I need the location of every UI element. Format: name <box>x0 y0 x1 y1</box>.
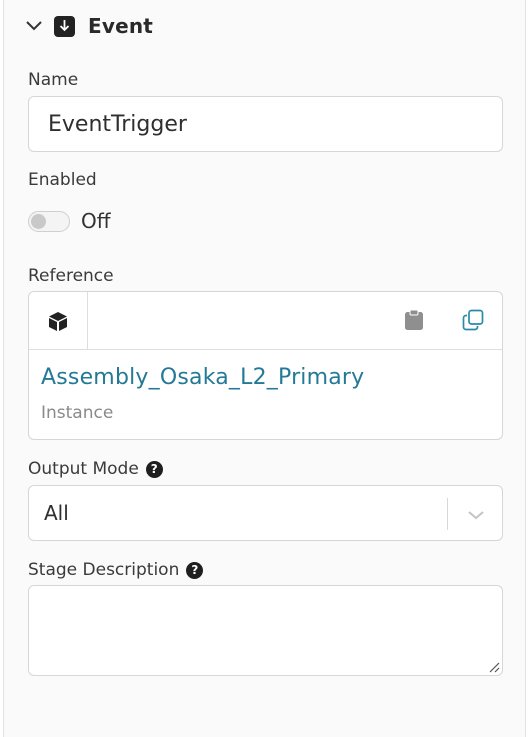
resize-handle-icon[interactable] <box>488 661 500 673</box>
reference-toolbar <box>29 292 502 350</box>
stage-description-label-text: Stage Description <box>28 560 180 580</box>
reference-field: Assembly_Osaka_L2_Primary Instance <box>28 291 503 440</box>
enabled-toggle[interactable] <box>28 211 70 232</box>
stage-description-textarea[interactable] <box>28 585 503 676</box>
chevron-down-icon[interactable] <box>24 16 44 36</box>
reference-object-type: Instance <box>41 403 114 423</box>
arrow-down-square-icon <box>54 15 75 37</box>
event-properties-panel: Event Name EventTrigger Enabled Off Refe… <box>3 0 526 737</box>
enabled-state-text: Off <box>81 209 111 233</box>
output-mode-select[interactable]: All <box>28 485 503 541</box>
help-icon[interactable]: ? <box>186 561 204 579</box>
clipboard-icon[interactable] <box>401 307 427 333</box>
name-input[interactable]: EventTrigger <box>28 96 503 152</box>
name-value: EventTrigger <box>48 111 187 137</box>
section-header[interactable]: Event <box>24 12 153 40</box>
reference-label: Reference <box>28 266 114 286</box>
stage-description-label: Stage Description ? <box>28 560 204 580</box>
output-mode-value: All <box>44 501 69 525</box>
help-icon[interactable]: ? <box>145 460 163 478</box>
copy-icon[interactable] <box>460 307 486 333</box>
select-divider <box>447 498 448 530</box>
chevron-down-icon[interactable] <box>465 504 487 526</box>
enabled-label: Enabled <box>28 170 97 190</box>
name-label: Name <box>28 70 79 90</box>
reference-object-link[interactable]: Assembly_Osaka_L2_Primary <box>41 365 364 390</box>
section-title: Event <box>88 14 154 38</box>
cube-icon[interactable] <box>29 292 88 349</box>
toggle-knob <box>31 214 46 229</box>
output-mode-label: Output Mode ? <box>28 459 163 479</box>
output-mode-label-text: Output Mode <box>28 459 139 479</box>
